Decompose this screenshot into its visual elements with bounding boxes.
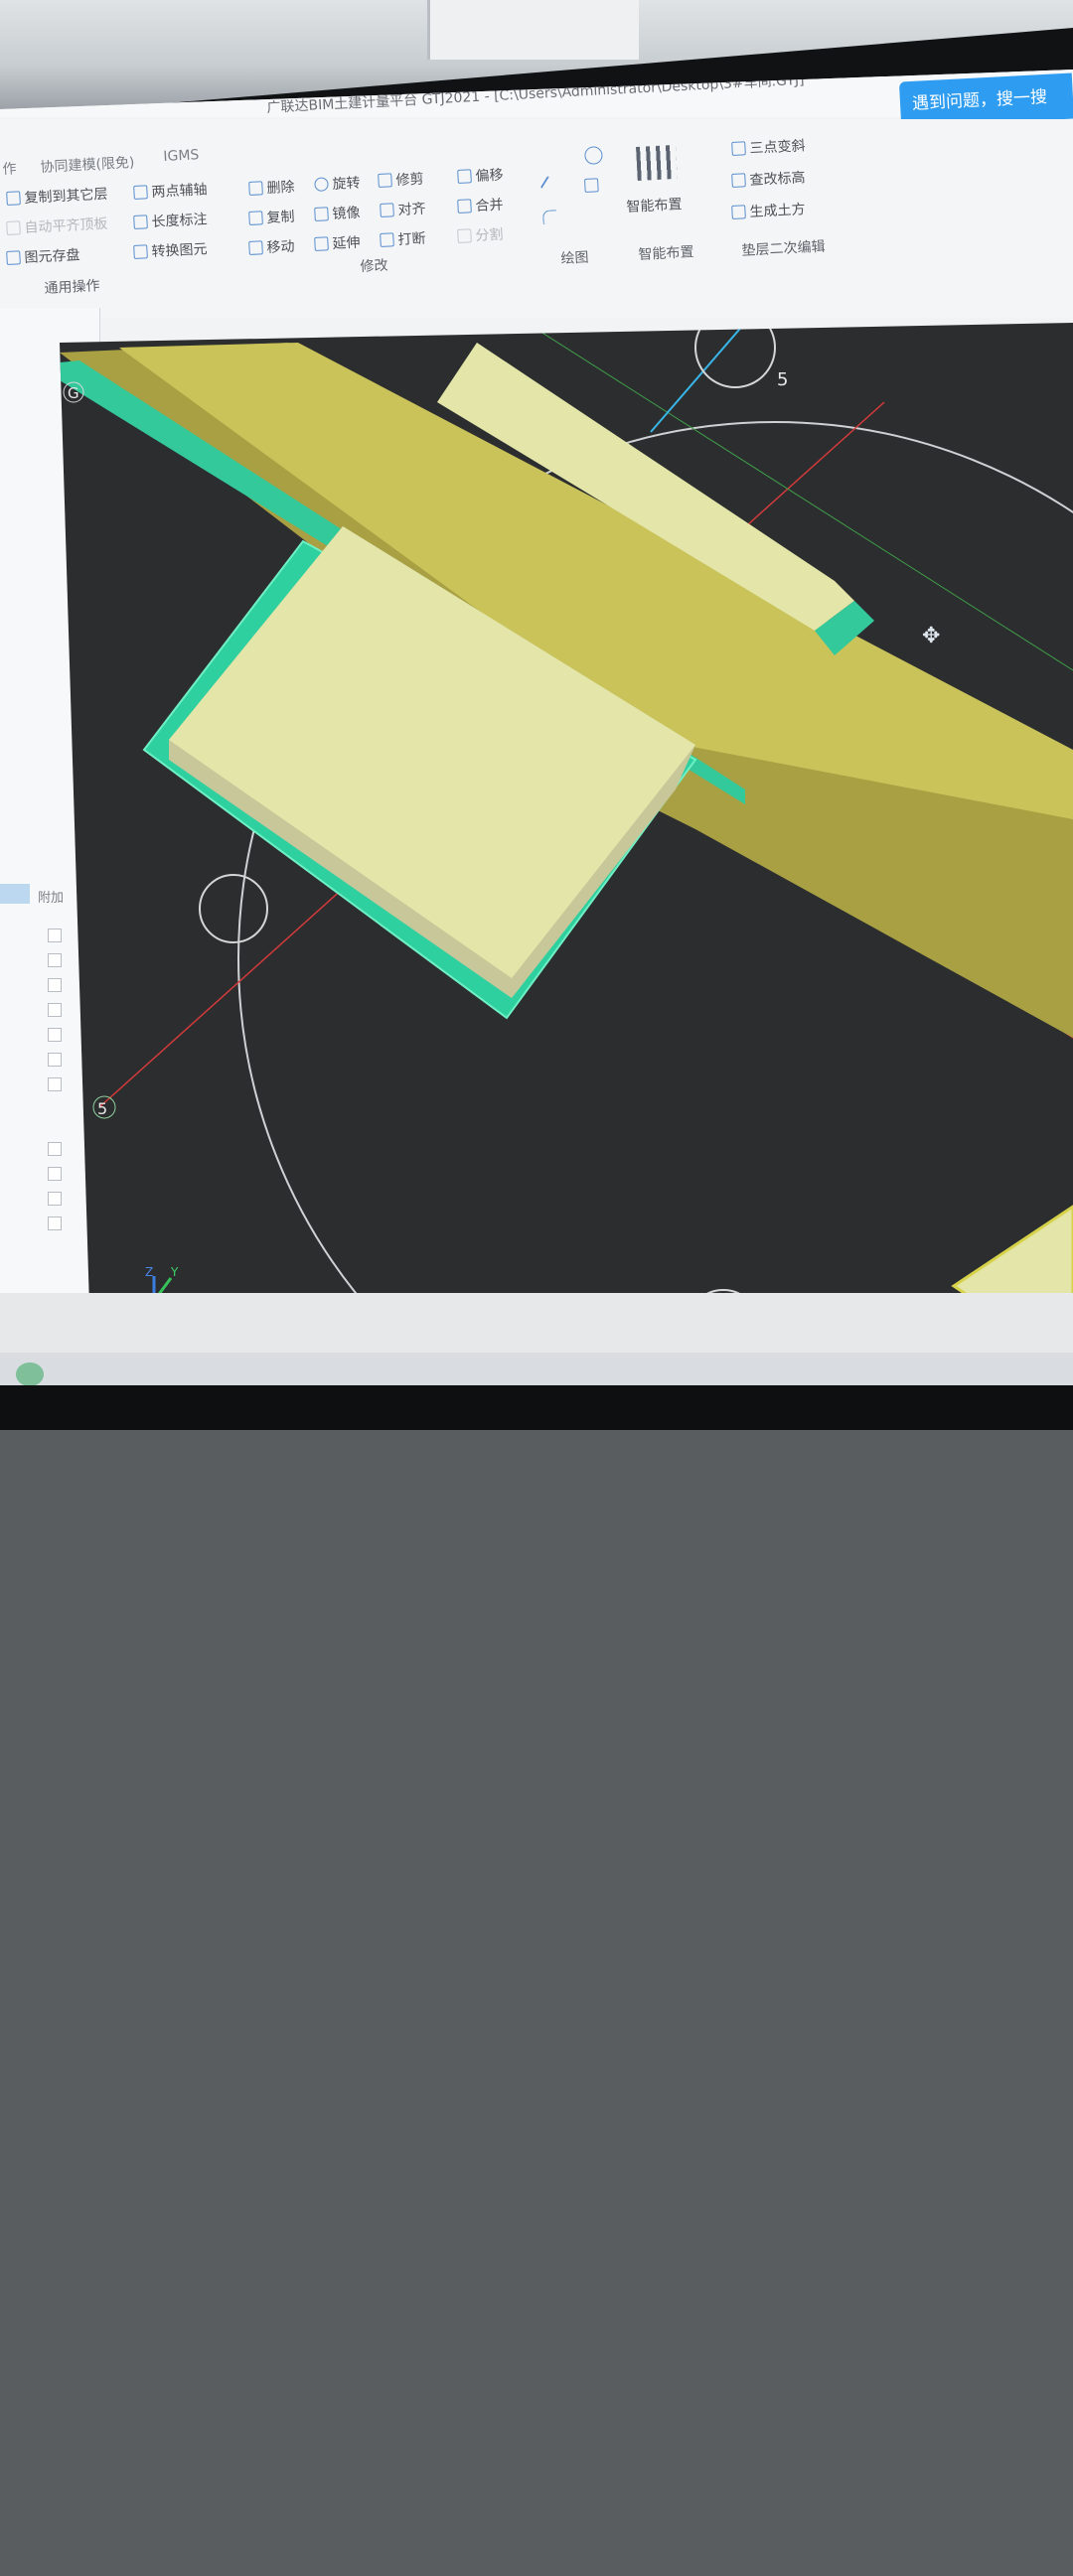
axis-circle: [199, 874, 268, 943]
save-element-button[interactable]: 图元存盘: [6, 244, 80, 268]
attach-column-label: 附加: [38, 891, 65, 906]
ribbon-toolbar: 作 协同建模(限免) IGMS 复制到其它层 两点辅轴 自动平齐顶板 长度标注 …: [0, 119, 1073, 318]
attach-checkbox[interactable]: [48, 1028, 62, 1042]
edit-elevation-button[interactable]: 查改标高: [731, 167, 806, 191]
3d-viewport[interactable]: G 5 5 ✥ Z Y X: [60, 323, 1073, 1326]
align-button[interactable]: 对齐: [380, 199, 426, 220]
attach-checkbox[interactable]: [48, 1167, 62, 1181]
align-slab-icon: [6, 220, 21, 235]
trim-button[interactable]: 修剪: [378, 169, 424, 191]
break-button[interactable]: 打断: [380, 228, 426, 250]
attach-checkbox[interactable]: [48, 1192, 62, 1206]
draw-line-button[interactable]: [539, 175, 561, 196]
offset-icon: [457, 169, 472, 184]
draw-circle-button[interactable]: [584, 146, 607, 167]
axis-label-g: G: [68, 384, 79, 402]
elevation-icon: [731, 173, 746, 188]
trim-icon: [378, 173, 392, 188]
attach-checkbox[interactable]: [48, 1053, 62, 1067]
axis-label-5-top: 5: [777, 369, 788, 390]
modify-group-label[interactable]: 修改: [360, 255, 388, 276]
split-icon: [457, 228, 472, 243]
length-dimension-button[interactable]: 长度标注: [133, 209, 208, 232]
attach-checkbox[interactable]: [48, 978, 62, 992]
merge-icon: [457, 199, 472, 214]
smart-layout-label[interactable]: 智能布置: [626, 194, 683, 216]
slope-icon: [731, 141, 746, 156]
smart-layout-icon: [636, 144, 678, 181]
chat-app-icon[interactable]: [16, 1362, 44, 1386]
attach-checkbox[interactable]: [48, 1142, 62, 1156]
draw-group-label: 绘图: [560, 249, 589, 267]
break-icon: [380, 232, 394, 247]
attach-checkbox[interactable]: [48, 1216, 62, 1230]
copy-floor-icon: [6, 191, 21, 206]
status-bar: 1/F 按鼠标左键指定第一个角点，或拾取构件图元: [0, 1293, 1073, 1353]
z-axis-label: Z: [145, 1265, 153, 1279]
background-door: [427, 0, 639, 60]
3d-scene[interactable]: G 5 5 ✥ Z Y X: [60, 323, 1073, 1326]
generate-earthwork-button[interactable]: 生成土方: [731, 199, 806, 222]
y-axis-label: Y: [170, 1265, 179, 1279]
delete-button[interactable]: 删除: [248, 177, 295, 199]
save-icon: [6, 250, 21, 265]
attach-checkbox[interactable]: [48, 929, 62, 942]
command-hint: 按鼠标左键指定第一个角点，或拾取构件图元: [567, 2548, 846, 2575]
cursor-icon: ✥: [922, 624, 940, 648]
monitor-bottom-bezel: [0, 1385, 1073, 1430]
rotate-button[interactable]: 旋转: [314, 173, 361, 195]
tab-partial[interactable]: 作: [2, 158, 17, 179]
extend-icon: [314, 236, 329, 251]
line-icon: [539, 175, 560, 196]
axis-icon: [133, 185, 148, 200]
circle-icon: [584, 146, 603, 165]
attach-checkbox[interactable]: [48, 953, 62, 967]
copy-icon: [248, 211, 263, 225]
smart-layout-button[interactable]: [636, 144, 682, 183]
left-panel-selected-tab[interactable]: [0, 884, 30, 904]
move-icon: [248, 240, 263, 255]
smart-layout-group-label: 智能布置: [638, 244, 694, 263]
arc-icon: [542, 210, 557, 224]
two-point-axis-button[interactable]: 两点辅轴: [133, 179, 208, 203]
attach-checkbox[interactable]: [48, 1003, 62, 1017]
three-point-slope-button[interactable]: 三点变斜: [731, 135, 806, 159]
rotate-icon: [314, 177, 329, 192]
tab-igms[interactable]: IGMS: [163, 147, 200, 165]
dimension-icon: [133, 215, 148, 229]
convert-icon: [133, 244, 148, 259]
draw-arc-button[interactable]: [542, 210, 561, 226]
mirror-icon: [314, 207, 329, 221]
extend-button[interactable]: 延伸: [314, 232, 361, 254]
auto-align-slab-button[interactable]: 自动平齐顶板: [6, 214, 108, 238]
mirror-button[interactable]: 镜像: [314, 203, 361, 224]
copy-to-other-floor-button[interactable]: 复制到其它层: [6, 184, 108, 209]
axis-label-5-left: 5: [97, 1099, 107, 1118]
split-button[interactable]: 分割: [457, 224, 504, 246]
earthwork-icon: [731, 205, 746, 219]
attach-checkbox[interactable]: [48, 1077, 62, 1091]
cushion-edit-group-label: 垫层二次编辑: [741, 238, 826, 259]
rectangle-icon: [584, 178, 599, 193]
trash-icon: [248, 181, 263, 196]
blue-guide-line: [650, 323, 746, 433]
move-button[interactable]: 移动: [248, 236, 295, 258]
merge-button[interactable]: 合并: [457, 195, 504, 216]
floor-indicator[interactable]: 1/F: [316, 2526, 341, 2545]
convert-element-button[interactable]: 转换图元: [133, 238, 208, 262]
general-ops-group-label[interactable]: 通用操作: [44, 275, 100, 298]
draw-rect-button[interactable]: [584, 178, 603, 195]
offset-button[interactable]: 偏移: [457, 165, 504, 187]
copy-button[interactable]: 复制: [248, 207, 295, 228]
align-icon: [380, 203, 394, 217]
axis-circle: [694, 323, 776, 388]
tab-collab-modeling[interactable]: 协同建模(限免): [40, 152, 135, 177]
app-screen: 广联达BIM土建计量平台 GTJ2021 - [C:\Users\Adminis…: [0, 70, 1073, 1390]
